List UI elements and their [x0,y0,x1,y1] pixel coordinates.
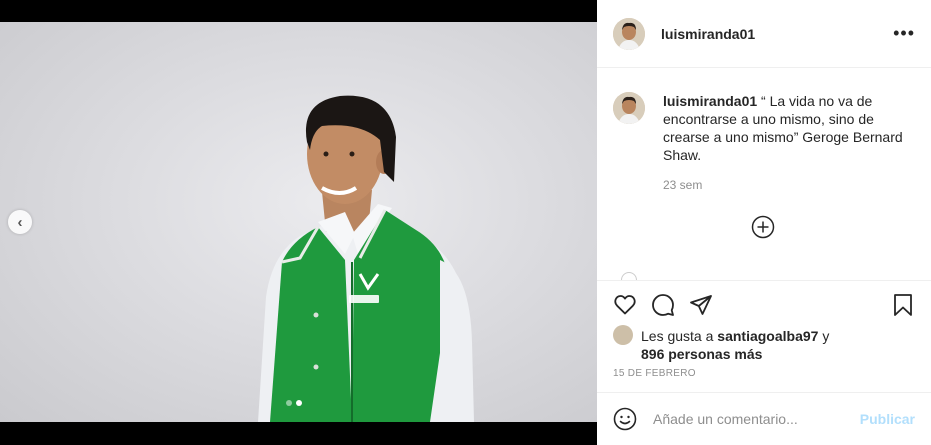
add-comment-icon[interactable] [751,215,775,239]
plus-circle-glyph [751,215,775,239]
likes-conjunction: y [818,328,830,344]
liker-username[interactable]: santiagoalba97 [717,328,818,344]
carousel-dot [286,400,292,406]
likes-summary: Les gusta a santiagoalba97 y 896 persona… [613,325,915,363]
comments-list[interactable]: luismiranda01 “ La vida no va de encontr… [597,68,931,280]
caption-username[interactable]: luismiranda01 [663,93,757,109]
comment-input[interactable] [653,411,843,427]
post-time[interactable]: 23 sem [663,178,915,192]
liker-avatar[interactable] [613,325,633,345]
post-modal: ‹ luismiranda01 ••• luismiranda01 “ La v… [0,0,931,445]
bookmark-icon[interactable] [891,293,915,317]
avatar-image [613,17,645,50]
likes-count-link[interactable]: 896 personas más [641,346,762,362]
emoji-icon[interactable] [613,407,637,431]
portrait-illustration [258,95,474,422]
caption-text: luismiranda01 “ La vida no va de encontr… [663,92,915,164]
likes-prefix: Les gusta a [641,328,718,344]
share-icon[interactable] [689,293,713,317]
post-actions: Les gusta a santiagoalba97 y 896 persona… [597,280,931,379]
post-date[interactable]: 15 DE FEBRERO [613,368,915,379]
comment-form: Publicar [597,392,931,445]
avatar[interactable] [613,17,645,50]
likes-text: Les gusta a santiagoalba97 y 896 persona… [641,327,829,363]
post-sidebar: luismiranda01 ••• luismiranda01 “ La vid… [597,0,931,445]
post-username[interactable]: luismiranda01 [661,26,755,42]
avatar-image [613,92,645,124]
action-icons [613,291,915,319]
post-header: luismiranda01 ••• [597,0,931,68]
previous-slide-button[interactable]: ‹ [8,210,32,234]
caption-body: luismiranda01 “ La vida no va de encontr… [663,92,915,192]
carousel-indicator [286,400,302,406]
publish-button[interactable]: Publicar [860,411,915,427]
more-icon[interactable]: ••• [893,23,915,44]
photo-pane: ‹ [0,0,597,445]
post-photo[interactable] [0,22,597,422]
avatar[interactable] [613,92,645,124]
next-comment-avatar [621,272,637,280]
caption: luismiranda01 “ La vida no va de encontr… [613,92,915,192]
heart-icon[interactable] [613,293,637,317]
carousel-dot-active [296,400,302,406]
chevron-left-icon: ‹ [17,213,23,231]
comment-icon[interactable] [651,293,675,317]
